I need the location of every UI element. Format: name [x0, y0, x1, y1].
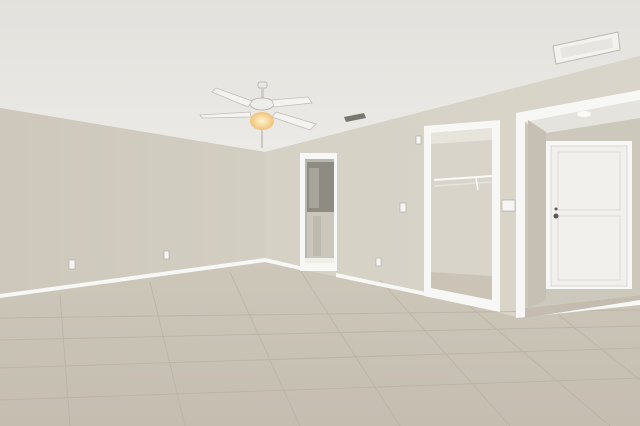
closet-doorway[interactable] — [424, 120, 500, 312]
hallway-doorway[interactable] — [516, 90, 640, 318]
bathroom-doorway[interactable] — [300, 153, 337, 271]
outlet-icon — [375, 257, 382, 267]
outlet-icon — [163, 250, 170, 260]
door-icon[interactable] — [546, 141, 632, 289]
smoke-detector-icon — [415, 135, 422, 145]
door-knob-icon[interactable] — [553, 213, 559, 219]
fan-light-glow — [250, 112, 274, 130]
light-switch-icon[interactable] — [501, 199, 516, 212]
outlet-icon — [68, 259, 76, 270]
empty-room-photo — [0, 0, 640, 426]
recessed-light-icon — [577, 111, 591, 117]
light-switch-icon[interactable] — [399, 202, 407, 213]
